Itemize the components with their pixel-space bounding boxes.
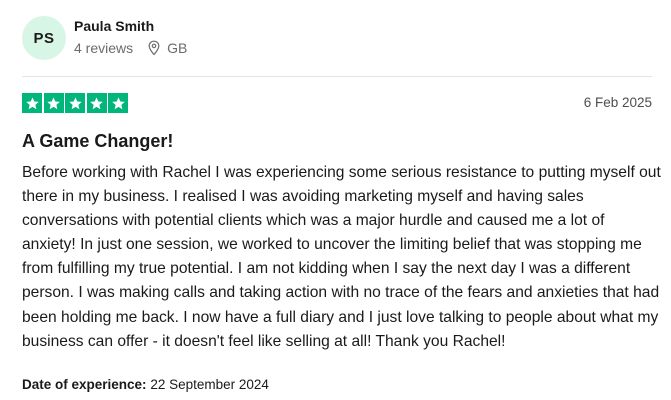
- location-code: GB: [167, 40, 188, 56]
- review-card: PS Paula Smith 4 reviews GB 6 Feb 2025 A…: [0, 0, 671, 400]
- star-icon: [43, 93, 64, 113]
- star-rating: [22, 93, 130, 113]
- date-of-experience: Date of experience: 22 September 2024: [22, 377, 269, 393]
- experience-label: Date of experience:: [22, 377, 147, 392]
- avatar[interactable]: PS: [22, 16, 66, 60]
- reviewer-info: Paula Smith 4 reviews GB: [74, 16, 187, 56]
- star-icon: [65, 93, 85, 113]
- star-icon: [108, 93, 128, 113]
- reviewer-header: PS Paula Smith 4 reviews GB: [22, 16, 187, 60]
- reviewer-meta: 4 reviews GB: [74, 40, 187, 56]
- review-body: Before working with Rachel I was experie…: [22, 164, 661, 350]
- divider: [22, 76, 652, 77]
- reviewer-location: GB: [147, 40, 187, 56]
- star-icon: [86, 93, 107, 113]
- star-icon: [22, 93, 42, 113]
- review-date: 6 Feb 2025: [583, 95, 652, 110]
- review-count: 4 reviews: [74, 40, 134, 56]
- rating-row: 6 Feb 2025: [22, 93, 652, 113]
- experience-date: 22 September 2024: [150, 377, 269, 392]
- reviewer-name[interactable]: Paula Smith: [74, 18, 187, 34]
- review-title[interactable]: A Game Changer!: [22, 130, 173, 152]
- map-pin-icon: [147, 40, 161, 56]
